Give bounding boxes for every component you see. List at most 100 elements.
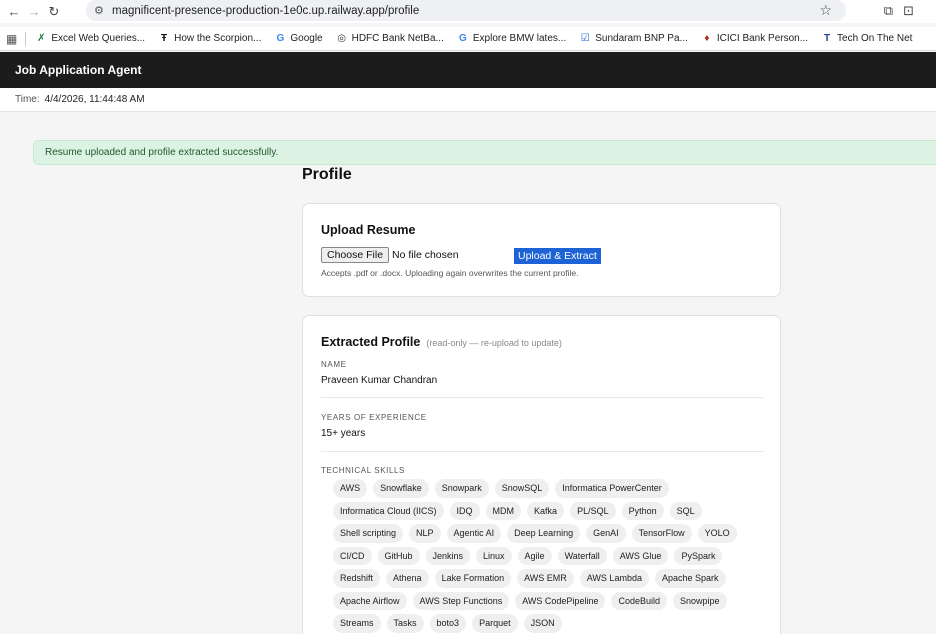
skill-chip: boto3	[429, 614, 467, 633]
divider	[321, 397, 763, 398]
back-icon[interactable]: ←	[4, 2, 24, 22]
address-bar[interactable]: ⚙ magnificent-presence-production-1e0c.u…	[86, 0, 846, 21]
success-alert: Resume uploaded and profile extracted su…	[33, 140, 936, 165]
upload-extract-button[interactable]: Upload & Extract	[514, 248, 601, 264]
experience-value: 15+ years	[321, 428, 366, 439]
bookmark-separator	[25, 31, 27, 46]
url-text: magnificent-presence-production-1e0c.up.…	[112, 4, 420, 17]
bookmark-item[interactable]: T Tech On The Net	[822, 33, 912, 44]
skill-chip: Informatica PowerCenter	[555, 479, 669, 498]
skill-chip: Snowpark	[434, 479, 489, 498]
bookmark-label: Google	[290, 33, 323, 44]
choose-file-button[interactable]: Choose File	[321, 247, 390, 263]
skill-chip: CodeBuild	[611, 591, 667, 610]
skill-chip: Jenkins	[425, 546, 471, 565]
skill-chip: TensorFlow	[631, 524, 692, 543]
skill-chip: AWS Glue	[612, 546, 669, 565]
bookmark-item[interactable]: ✗ Excel Web Queries...	[36, 33, 145, 44]
globe-icon: ◎	[337, 33, 346, 44]
nyt-icon: Ŧ	[161, 33, 168, 44]
skill-chip: NLP	[409, 524, 441, 543]
upload-resume-card: Upload Resume Choose File No file chosen…	[302, 203, 781, 297]
bookmark-label: Tech On The Net	[837, 33, 913, 44]
checkbox-icon: ☑	[580, 33, 590, 44]
skill-chip: Python	[621, 501, 664, 520]
skill-chip: Streams	[333, 614, 381, 633]
google-icon: G	[458, 33, 467, 44]
browser-actions: ⧉ ⊡	[884, 0, 936, 21]
bookmark-label: Excel Web Queries...	[51, 33, 146, 44]
tab-search-icon[interactable]: ⊡	[903, 3, 914, 19]
time-value: 4/4/2026, 11:44:48 AM	[44, 94, 145, 105]
skill-chip: AWS CodePipeline	[515, 591, 606, 610]
file-status: No file chosen	[392, 249, 459, 261]
bookmark-label: ICICI Bank Person...	[716, 33, 809, 44]
profile-heading-text: Extracted Profile	[321, 335, 421, 349]
skill-chip: AWS Lambda	[579, 569, 649, 588]
bookmark-star-icon[interactable]: ☆	[819, 2, 832, 19]
skill-chip: AWS Step Functions	[412, 591, 510, 610]
profile-subheading: (read-only — re-upload to update)	[426, 338, 562, 348]
page-title: Profile	[302, 166, 352, 183]
experience-label: YEARS OF EXPERIENCE	[321, 413, 427, 422]
skill-chip: Linux	[476, 546, 512, 565]
bookmark-label: Sundaram BNP Pa...	[595, 33, 688, 44]
divider	[321, 451, 763, 452]
bookmark-label: How the Scorpion...	[174, 33, 262, 44]
skill-chip: GenAI	[586, 524, 626, 543]
skill-chip: MDM	[485, 501, 522, 520]
skill-chip: PySpark	[674, 546, 723, 565]
skill-chip: Waterfall	[557, 546, 607, 565]
skills-label: TECHNICAL SKILLS	[321, 466, 405, 475]
skill-chip: Snowpipe	[673, 591, 727, 610]
app-title: Job Application Agent	[15, 63, 142, 77]
excel-icon: ✗	[37, 33, 46, 44]
bookmark-item[interactable]: G Google	[275, 33, 322, 44]
skill-chip: Snowflake	[373, 479, 429, 498]
skill-chip: Kafka	[527, 501, 565, 520]
reload-icon[interactable]: ↻	[44, 2, 64, 22]
skill-chip: PL/SQL	[570, 501, 616, 520]
skill-chip: SQL	[669, 501, 702, 520]
skill-chip: CI/CD	[333, 546, 372, 565]
skill-chip: Shell scripting	[333, 524, 404, 543]
skill-chip: Informatica Cloud (IICS)	[333, 501, 444, 520]
bookmark-item[interactable]: ◎ HDFC Bank NetBa...	[337, 33, 444, 44]
bookmark-item[interactable]: Ŧ How the Scorpion...	[159, 33, 261, 44]
upload-hint: Accepts .pdf or .docx. Uploading again o…	[321, 268, 579, 278]
skill-chip: Agentic AI	[446, 524, 502, 543]
browser-toolbar: ← → ↻ ⚙ magnificent-presence-production-…	[0, 0, 936, 23]
name-value: Praveen Kumar Chandran	[321, 375, 438, 386]
alert-message: Resume uploaded and profile extracted su…	[45, 147, 279, 158]
bookmark-item[interactable]: ☑ Sundaram BNP Pa...	[580, 33, 688, 44]
skill-chip: Athena	[386, 569, 429, 588]
skill-chip: Agile	[517, 546, 552, 565]
forward-icon[interactable]: →	[24, 2, 44, 22]
extensions-icon[interactable]: ⧉	[884, 3, 893, 19]
skill-chip: Tasks	[386, 614, 424, 633]
skill-chip: AWS	[333, 479, 368, 498]
upload-heading: Upload Resume	[321, 223, 416, 237]
skill-chip: IDQ	[449, 501, 480, 520]
skill-chip: JSON	[523, 614, 562, 633]
site-settings-icon[interactable]: ⚙	[94, 4, 112, 17]
bookmark-item[interactable]: G Explore BMW lates...	[458, 33, 566, 44]
apps-grid-icon[interactable]: ▦	[6, 32, 17, 46]
skill-chip: SnowSQL	[494, 479, 550, 498]
skill-chip: Deep Learning	[507, 524, 581, 543]
skills-list: AWS Snowflake Snowpark SnowSQL Informatica P…	[333, 479, 753, 633]
bookmark-item[interactable]: ♦ ICICI Bank Person...	[702, 33, 808, 44]
skill-chip: Apache Airflow	[333, 591, 407, 610]
bookmark-label: HDFC Bank NetBa...	[351, 33, 444, 44]
skill-chip: Parquet	[472, 614, 518, 633]
time-label: Time:	[15, 94, 40, 105]
bookmarks-bar: ▦ ✗ Excel Web Queries... Ŧ How the Scorpion…	[0, 27, 936, 51]
skill-chip: Lake Formation	[434, 569, 512, 588]
google-icon: G	[276, 33, 285, 44]
profile-heading: Extracted Profile (read-only — re-upload …	[321, 335, 562, 349]
app-header: Job Application Agent	[0, 52, 936, 88]
file-input[interactable]: Choose File No file chosen	[321, 247, 459, 263]
time-bar: Time: 4/4/2026, 11:44:48 AM	[0, 88, 936, 112]
skill-chip: Apache Spark	[654, 569, 726, 588]
name-label: NAME	[321, 360, 347, 369]
